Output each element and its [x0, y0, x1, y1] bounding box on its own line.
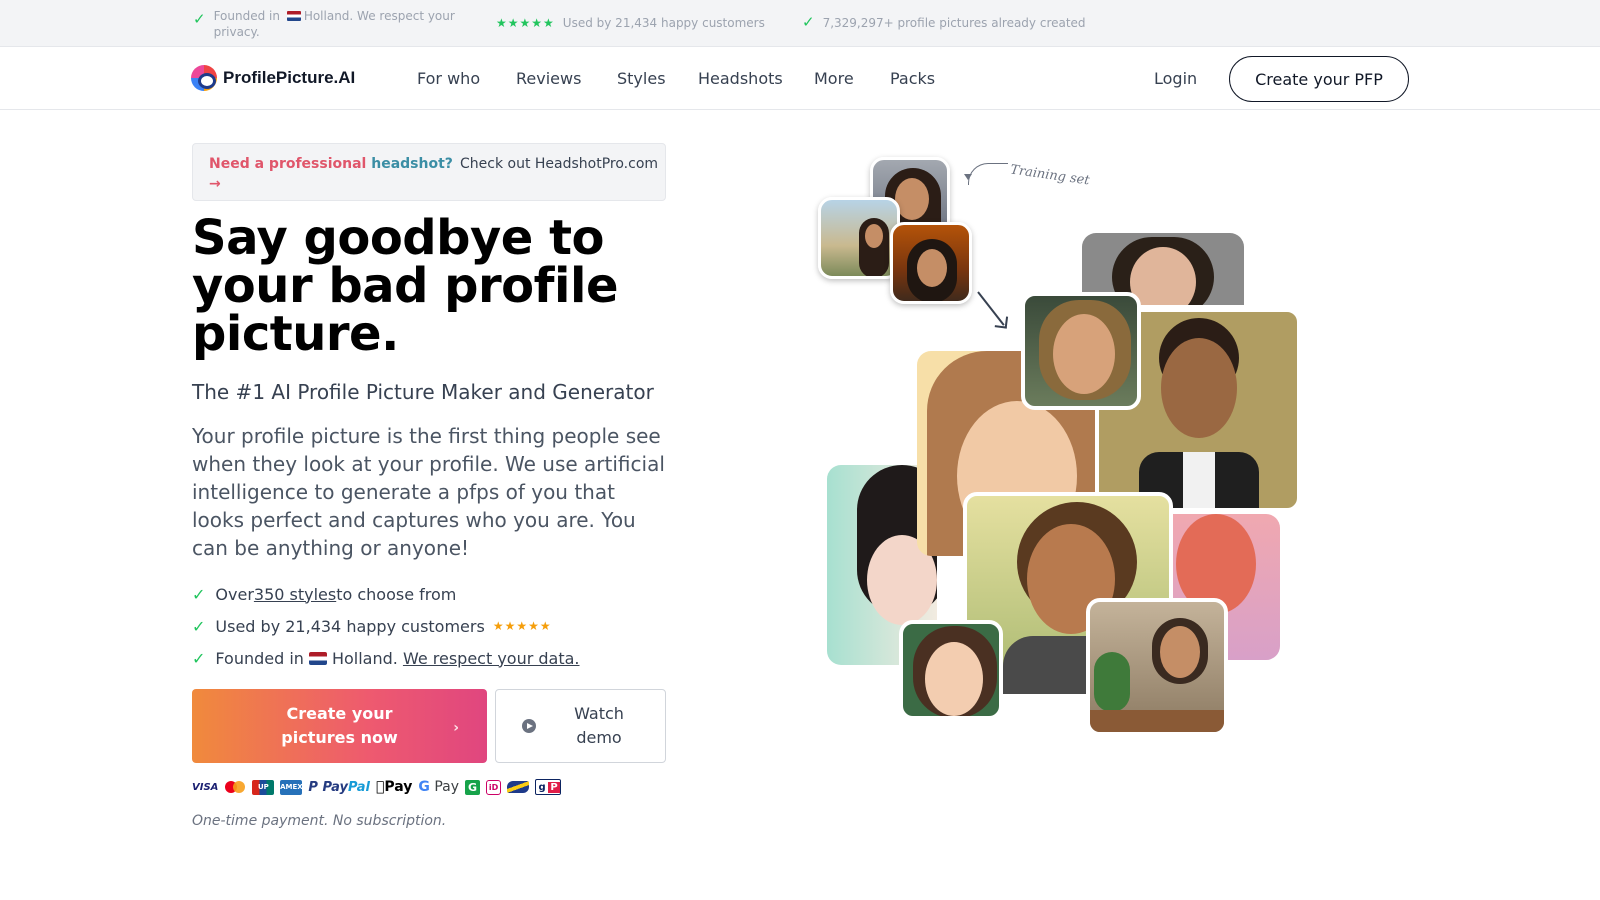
- amex-icon: AMEX: [280, 779, 303, 795]
- giftcard-icon: G: [465, 779, 481, 795]
- trust-item-pictures: ✓ 7,329,297+ profile pictures already cr…: [802, 13, 1086, 31]
- nav-item-for-who[interactable]: For who: [417, 69, 480, 88]
- nav-item-more[interactable]: More: [814, 69, 854, 88]
- training-photo-3: [890, 222, 972, 304]
- curved-arrow-icon: [964, 163, 1008, 185]
- unionpay-icon: UP: [252, 779, 275, 795]
- payment-note: One-time payment. No subscription.: [192, 813, 447, 829]
- chevron-right-icon: ›: [453, 720, 459, 736]
- training-set-label: Training set: [1009, 162, 1091, 189]
- feature-founded: ✓ Founded in Holland. We respect your da…: [192, 648, 580, 668]
- training-photo-2: [818, 197, 900, 279]
- check-icon: ✓: [192, 584, 206, 604]
- hero-subtitle: The #1 AI Profile Picture Maker and Gene…: [192, 380, 654, 404]
- hero-description: Your profile picture is the first thing …: [192, 424, 665, 560]
- payment-methods: VISA UP AMEX P PayPal Pay G Pay G iD gP: [192, 777, 562, 797]
- logo-text: ProfilePicture.AI: [223, 68, 356, 87]
- trust-item-customers: ★★★★★ Used by 21,434 happy customers: [496, 15, 765, 31]
- check-icon: ✓: [192, 648, 206, 668]
- logo-icon: [191, 65, 217, 91]
- watch-demo-button[interactable]: Watch demo: [495, 689, 666, 763]
- check-icon: ✓: [192, 616, 206, 636]
- create-pfp-button[interactable]: Create your PFP: [1229, 56, 1409, 102]
- rating-stars: ★★★★★: [492, 619, 552, 633]
- apple-pay-icon: Pay: [375, 779, 412, 795]
- main-nav: ProfilePicture.AI For who Reviews Styles…: [0, 47, 1600, 110]
- google-pay-icon: G Pay: [409, 779, 459, 795]
- page-title: Say goodbye to your bad profile picture.: [192, 210, 619, 362]
- feature-list: ✓ Over 350 styles to choose from ✓ Used …: [192, 578, 672, 674]
- privacy-link[interactable]: We respect your data.: [403, 649, 580, 668]
- headshot-banner[interactable]: Need a professional headshot? → Check ou…: [192, 143, 666, 201]
- login-link[interactable]: Login: [1154, 69, 1197, 88]
- arrow-right-icon: →: [209, 176, 221, 192]
- flag-nl-icon: [286, 11, 301, 21]
- trust-bar: ✓ Founded in Holland. We respect your pr…: [0, 0, 1600, 47]
- paypal-icon: P Pay Pal: [308, 779, 370, 795]
- rating-stars: ★★★★★: [496, 16, 555, 30]
- trust-founded-text: Founded in Holland. We respect your priv…: [213, 9, 455, 39]
- banner-link-text: Check out HeadshotPro.com: [460, 156, 659, 172]
- check-icon: ✓: [193, 10, 206, 28]
- nav-item-styles[interactable]: Styles: [617, 69, 666, 88]
- trust-pictures-text: 7,329,297+ profile pictures already crea…: [822, 16, 1086, 30]
- ideal-icon: iD: [486, 779, 502, 795]
- generated-photo-cafe: [1086, 598, 1228, 736]
- down-arrow-icon: [977, 291, 1005, 326]
- feature-customers: ✓ Used by 21,434 happy customers ★★★★★: [192, 616, 552, 636]
- styles-link[interactable]: 350 styles: [254, 585, 336, 604]
- nav-item-headshots[interactable]: Headshots: [698, 69, 783, 88]
- mastercard-icon: [224, 780, 246, 794]
- play-icon: [522, 719, 536, 733]
- create-pictures-button[interactable]: Create your pictures now ›: [192, 689, 487, 763]
- bancontact-icon: [507, 781, 530, 793]
- flag-nl-icon: [308, 651, 327, 665]
- nav-item-packs[interactable]: Packs: [890, 69, 935, 88]
- giropay-icon: gP: [535, 779, 562, 795]
- feature-styles: ✓ Over 350 styles to choose from: [192, 584, 457, 604]
- nav-item-reviews[interactable]: Reviews: [516, 69, 581, 88]
- visa-icon: VISA: [192, 781, 219, 793]
- generated-photo-painted: [1021, 292, 1141, 410]
- trust-item-founded: ✓ Founded in Holland. We respect your pr…: [193, 8, 473, 40]
- banner-headline: Need a professional headshot? →: [209, 156, 453, 192]
- check-icon: ✓: [802, 13, 815, 31]
- generated-photo-anime-brown: [899, 620, 1003, 720]
- logo[interactable]: ProfilePicture.AI: [191, 65, 355, 91]
- trust-customers-text: Used by 21,434 happy customers: [562, 16, 765, 30]
